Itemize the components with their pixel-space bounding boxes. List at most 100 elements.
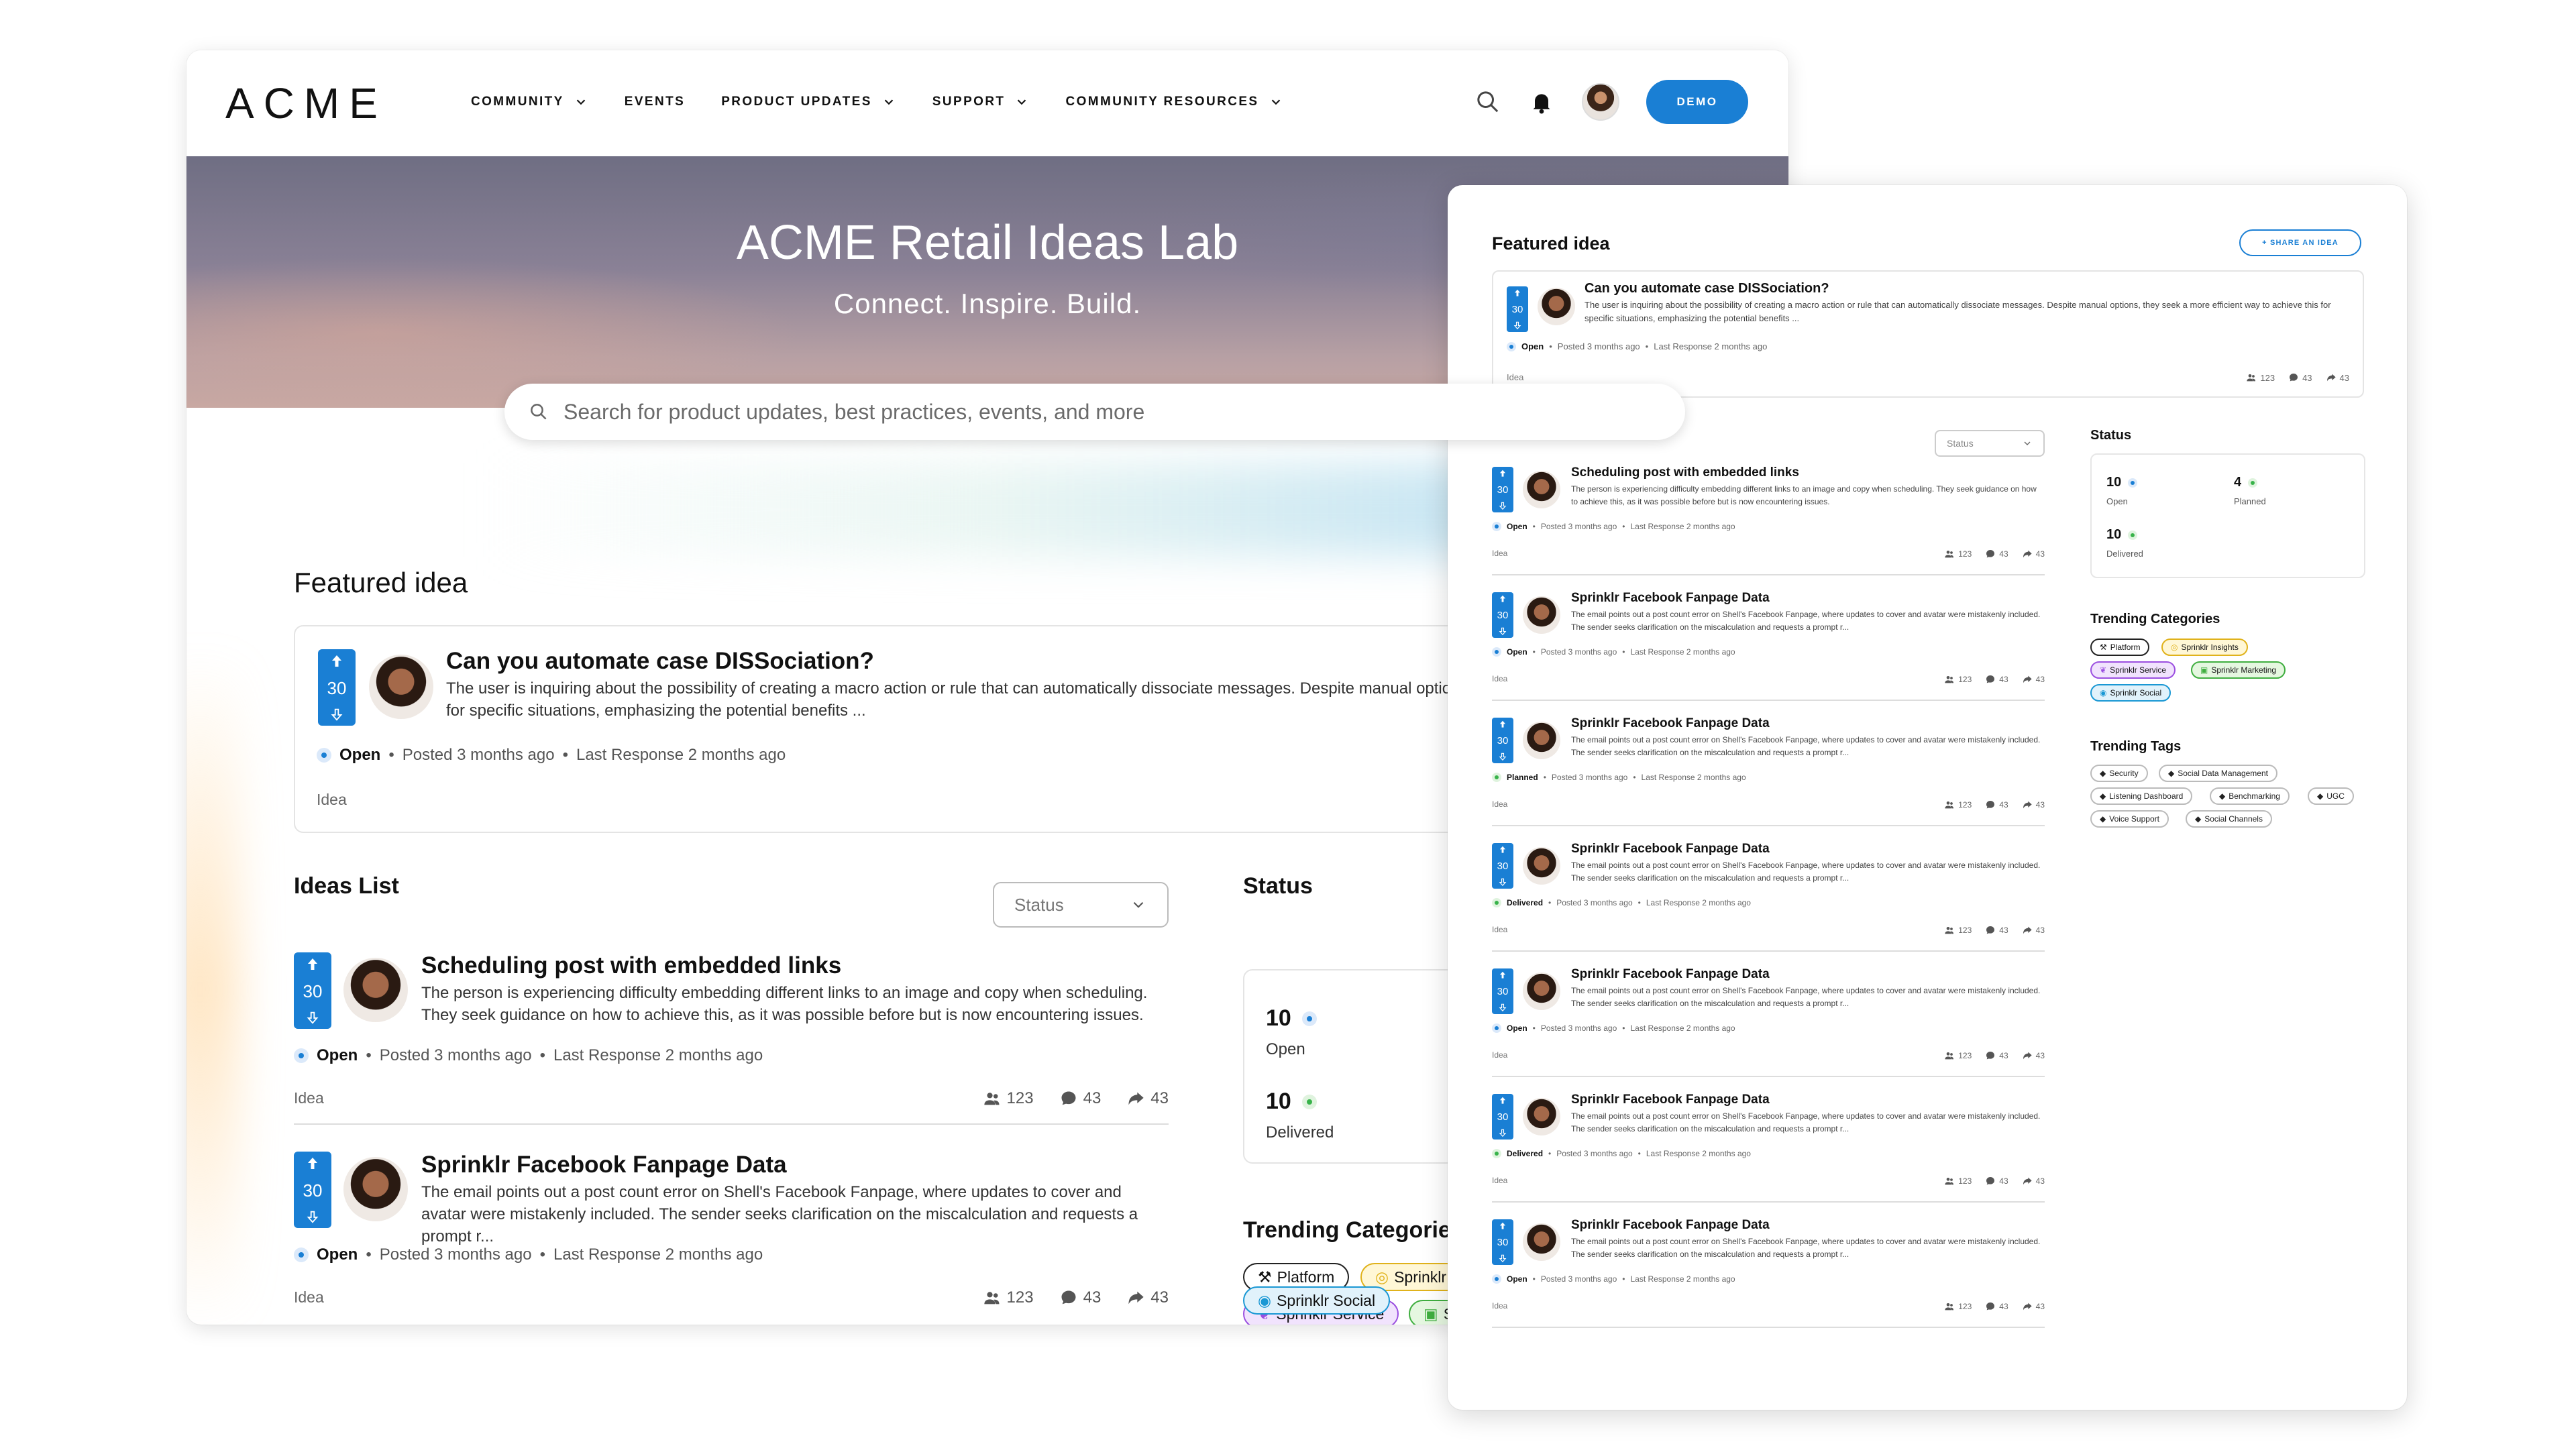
shares-stat[interactable]: 43 [2022,925,2045,936]
comments-stat[interactable]: 43 [1985,1050,2008,1061]
idea-list-item[interactable]: 30 Sprinklr Facebook Fanpage Data The emai… [1492,967,2045,1082]
upvote-widget[interactable]: 30 [1492,467,1513,512]
upvote-widget[interactable]: 30 [294,1152,331,1228]
nav-product-updates[interactable]: PRODUCT UPDATES [721,95,896,109]
upvote-widget[interactable]: 30 [1492,1219,1513,1265]
author-avatar[interactable] [1523,973,1560,1010]
author-avatar[interactable] [1523,471,1560,508]
comments-stat[interactable]: 43 [1985,674,2008,685]
upvote-widget[interactable]: 30 [294,952,331,1029]
nav-events[interactable]: EVENTS [625,95,685,109]
category-chip-social[interactable]: ◉ Sprinklr Social [1243,1286,1391,1315]
idea-list-item[interactable]: 30 Sprinklr Facebook Fanpage Data The emai… [1492,591,2045,706]
delivered-count[interactable]: 10 [1266,1089,1317,1115]
author-avatar[interactable] [1523,847,1560,885]
comments-stat[interactable]: 43 [1985,1176,2008,1186]
tag-chip-benchmarking[interactable]: ◆ Benchmarking [2210,787,2290,805]
nav-support[interactable]: SUPPORT [932,95,1030,109]
upvote-widget[interactable]: 30 [1492,718,1513,763]
idea-list-item[interactable]: 30 Sprinklr Facebook Fanpage Data The em… [294,1152,1169,1313]
tag-label: Security [2109,769,2139,778]
category-chip-insights[interactable]: ◎ Sprinklr Insights [2161,638,2248,656]
shares-stat[interactable]: 43 [2022,1301,2045,1312]
idea-title[interactable]: Sprinklr Facebook Fanpage Data [1571,842,1770,856]
author-avatar[interactable] [343,958,408,1022]
tag-label: Social Channels [2204,814,2263,824]
idea-list-item[interactable]: 30 Scheduling post with embedded links T… [294,952,1169,1113]
delivered-count[interactable]: 10 [2106,527,2138,543]
shares-stat[interactable]: 43 [2022,1050,2045,1061]
tag-chip-social-data[interactable]: ◆ Social Data Management [2159,765,2277,782]
share-icon [2023,1052,2032,1060]
nav-community-resources-label: COMMUNITY RESOURCES [1065,95,1259,109]
shares-stat[interactable]: 43 [2022,549,2045,559]
idea-title[interactable]: Sprinklr Facebook Fanpage Data [1571,1093,1770,1107]
shares-stat[interactable]: 43 [2326,372,2349,383]
acme-logo[interactable]: ACME [225,78,387,128]
category-chip-service[interactable]: ❦Sprinklr Service [2090,661,2176,679]
comments-stat[interactable]: 43 [1059,1288,1101,1307]
category-chip-social[interactable]: ◉ Sprinklr Social [2090,684,2171,702]
upvote-widget[interactable]: 30 [1492,968,1513,1014]
category-chip-platform[interactable]: ⚒ Platform [2090,638,2150,656]
idea-list-item[interactable]: 30 Sprinklr Facebook Fanpage Data The emai… [1492,716,2045,832]
open-count[interactable]: 10 [1266,1005,1317,1032]
author-avatar[interactable] [1523,722,1560,759]
idea-list-item[interactable]: 30 Sprinklr Facebook Fanpage Data The emai… [1492,1218,2045,1333]
shares-stat[interactable]: 43 [2022,799,2045,810]
idea-list-item[interactable]: 30 Sprinklr Facebook Fanpage Data The emai… [1492,842,2045,957]
shares-stat[interactable]: 43 [2022,674,2045,685]
bell-icon[interactable] [1528,89,1555,115]
author-avatar[interactable] [1523,1098,1560,1135]
comments-stat[interactable]: 43 [1985,549,2008,559]
open-label: Open [2106,496,2128,506]
idea-title[interactable]: Can you automate case DISSociation? [446,648,874,675]
open-count[interactable]: 10 [2106,475,2138,490]
idea-title[interactable]: Sprinklr Facebook Fanpage Data [1571,967,1770,982]
planned-count[interactable]: 4 [2234,475,2258,490]
share-idea-button[interactable]: + SHARE AN IDEA [2239,229,2361,256]
shares-stat[interactable]: 43 [1126,1089,1169,1108]
tag-chip-voice-support[interactable]: ◆ Voice Support [2090,810,2169,828]
idea-title[interactable]: Scheduling post with embedded links [1571,465,1799,480]
upvote-widget[interactable]: 30 [318,649,356,726]
author-avatar[interactable] [343,1157,408,1221]
search-input[interactable]: Search for product updates, best practic… [504,384,1685,440]
idea-title[interactable]: Sprinklr Facebook Fanpage Data [1571,716,1770,731]
demo-button[interactable]: DEMO [1646,80,1748,124]
idea-stats: 123 43 43 [1944,549,2045,559]
comments-stat[interactable]: 43 [2288,372,2312,383]
idea-title[interactable]: Sprinklr Facebook Fanpage Data [421,1152,787,1178]
shares-stat[interactable]: 43 [1126,1288,1169,1307]
category-chip-marketing[interactable]: ▣ Sprinklr Marketing [2191,661,2286,679]
tag-chip-security[interactable]: ◆ Security [2090,765,2148,782]
idea-type-tag: Idea [1507,372,1524,382]
author-avatar[interactable] [369,655,433,719]
author-avatar[interactable] [1523,1223,1560,1261]
comments-stat[interactable]: 43 [1985,925,2008,936]
shares-stat[interactable]: 43 [2022,1176,2045,1186]
nav-community-resources[interactable]: COMMUNITY RESOURCES [1065,95,1283,109]
upvote-widget[interactable]: 30 [1492,592,1513,638]
tag-chip-listening[interactable]: ◆ Listening Dashboard [2090,787,2193,805]
comments-stat[interactable]: 43 [1059,1089,1101,1108]
tag-chip-social-channels[interactable]: ◆ Social Channels [2186,810,2272,828]
idea-title[interactable]: Sprinklr Facebook Fanpage Data [1571,591,1770,606]
search-icon[interactable] [1474,89,1501,115]
author-avatar[interactable] [1523,596,1560,634]
idea-title[interactable]: Scheduling post with embedded links [421,952,841,979]
idea-list-item[interactable]: 30 Sprinklr Facebook Fanpage Data The emai… [1492,1093,2045,1208]
upvote-widget[interactable]: 30 [1492,843,1513,889]
idea-title[interactable]: Sprinklr Facebook Fanpage Data [1571,1218,1770,1233]
upvote-widget[interactable]: 30 [1492,1094,1513,1140]
comments-count: 43 [1999,800,2008,810]
comments-stat[interactable]: 43 [1985,1301,2008,1312]
idea-list-item[interactable]: 30 Scheduling post with embedded links The… [1492,465,2045,581]
user-avatar[interactable] [1582,83,1619,121]
idea-description: The email points out a post count error … [1571,860,2041,883]
tag-chip-ugc[interactable]: ◆ UGC [2308,787,2354,805]
comments-stat[interactable]: 43 [1985,799,2008,810]
status-filter-select[interactable]: Status [993,882,1169,928]
nav-community[interactable]: COMMUNITY [471,95,588,109]
status-filter-select[interactable]: Status [1935,430,2045,457]
